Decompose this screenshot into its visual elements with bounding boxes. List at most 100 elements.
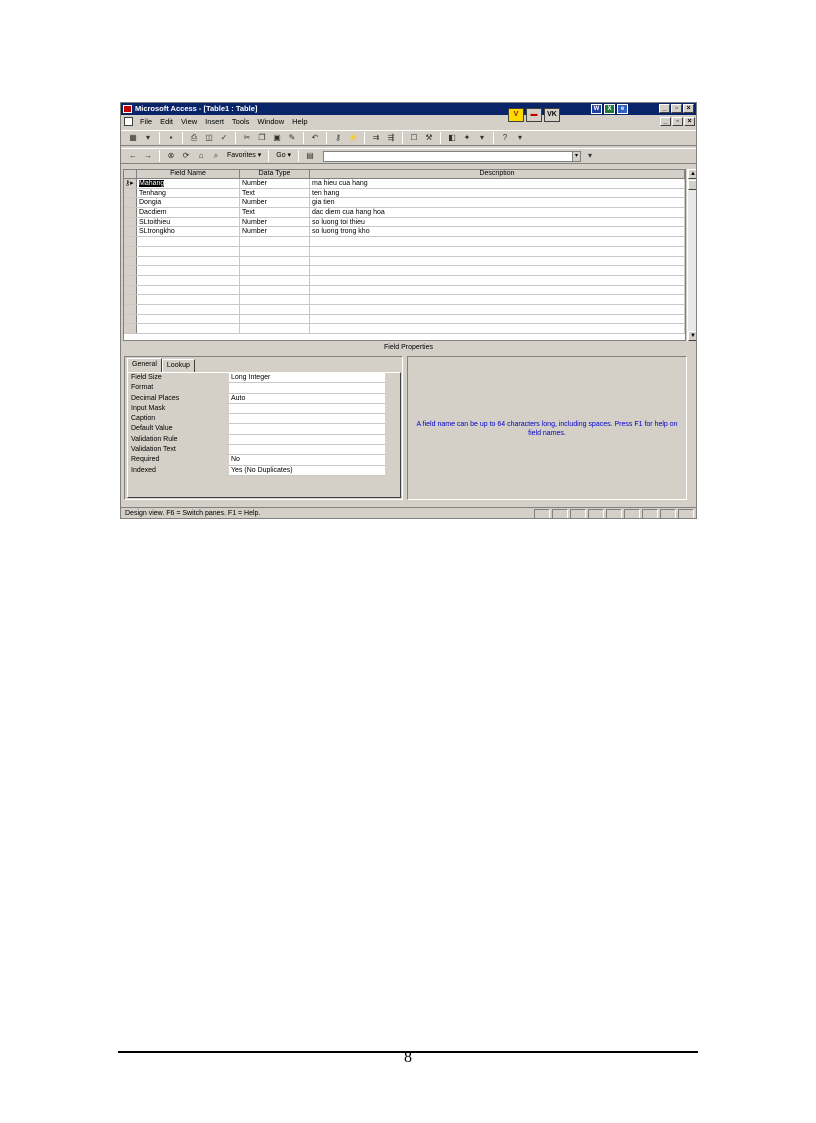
go-button[interactable]: Go ▾ xyxy=(274,150,293,162)
home-icon[interactable]: ⌂ xyxy=(195,150,207,162)
field-name-cell[interactable]: SLtoithieu xyxy=(137,217,240,227)
field-row[interactable]: Dongia Number gia tien xyxy=(124,198,685,209)
column-header-description[interactable]: Description xyxy=(310,170,685,178)
description-cell[interactable]: so luong toi thieu xyxy=(310,217,685,227)
show-only-web-toolbar-icon[interactable]: ▤ xyxy=(304,150,316,162)
new-object-icon[interactable]: ✦ xyxy=(461,132,473,144)
row-selector[interactable] xyxy=(124,208,137,217)
indexes-icon[interactable]: ⚡ xyxy=(347,132,359,144)
empty-field-row[interactable] xyxy=(124,324,685,334)
empty-field-row[interactable] xyxy=(124,285,685,296)
paste-icon[interactable]: ▣ xyxy=(271,132,283,144)
property-value-field-size[interactable]: Long Integer xyxy=(229,373,385,384)
menu-tools[interactable]: Tools xyxy=(231,116,251,128)
empty-cell[interactable] xyxy=(137,246,240,256)
grid-vertical-scrollbar[interactable]: ▲ ▼ xyxy=(687,169,696,341)
menu-insert[interactable]: Insert xyxy=(204,116,225,128)
doc-minimize-button[interactable]: _ xyxy=(660,117,671,126)
view-dropdown-icon[interactable]: ▾ xyxy=(142,132,154,144)
description-cell[interactable]: so luong trong kho xyxy=(310,227,685,237)
empty-cell[interactable] xyxy=(310,256,685,266)
address-dropdown-icon[interactable]: ▾ xyxy=(572,150,582,162)
property-value-caption[interactable] xyxy=(229,414,385,425)
row-selector[interactable] xyxy=(124,285,137,295)
data-type-cell[interactable]: Number xyxy=(240,217,310,227)
empty-field-row[interactable] xyxy=(124,246,685,257)
minimize-button[interactable]: _ xyxy=(659,104,670,113)
row-selector[interactable] xyxy=(124,237,137,246)
property-value-indexed[interactable]: Yes (No Duplicates) xyxy=(229,465,385,476)
empty-cell[interactable] xyxy=(240,237,310,246)
new-object-dropdown-icon[interactable]: ▾ xyxy=(476,132,488,144)
copy-icon[interactable]: ❐ xyxy=(256,132,268,144)
property-value-validation-rule[interactable] xyxy=(229,434,385,446)
empty-cell[interactable] xyxy=(240,324,310,333)
row-selector[interactable] xyxy=(124,266,137,275)
description-cell[interactable]: ma hieu cua hang xyxy=(310,179,685,188)
row-selector[interactable] xyxy=(124,275,137,285)
insert-rows-icon[interactable]: ⇉ xyxy=(370,132,382,144)
empty-cell[interactable] xyxy=(137,324,240,333)
empty-field-row[interactable] xyxy=(124,266,685,276)
empty-cell[interactable] xyxy=(137,256,240,266)
refresh-icon[interactable]: ⟳ xyxy=(180,150,192,162)
field-row[interactable]: SLtrongkho Number so luong trong kho xyxy=(124,227,685,238)
empty-cell[interactable] xyxy=(310,295,685,304)
field-name-cell[interactable]: SLtrongkho xyxy=(137,227,240,237)
row-selector[interactable] xyxy=(124,304,137,314)
field-row[interactable]: SLtoithieu Number so luong toi thieu xyxy=(124,217,685,228)
empty-cell[interactable] xyxy=(310,266,685,275)
description-cell[interactable]: gia tien xyxy=(310,198,685,208)
data-type-cell[interactable]: Text xyxy=(240,188,310,198)
close-button[interactable]: × xyxy=(683,104,694,113)
delete-rows-icon[interactable]: ⇶ xyxy=(385,132,397,144)
field-row[interactable]: Dacdiem Text dac diem cua hang hoa xyxy=(124,208,685,218)
flag-icon[interactable]: ▬ xyxy=(526,108,542,122)
format-painter-icon[interactable]: ✎ xyxy=(286,132,298,144)
empty-cell[interactable] xyxy=(310,324,685,333)
undo-icon[interactable]: ↶ xyxy=(309,132,321,144)
scroll-down-icon[interactable]: ▼ xyxy=(688,331,696,341)
empty-cell[interactable] xyxy=(137,295,240,304)
property-value-default-value[interactable] xyxy=(229,424,385,435)
empty-field-row[interactable] xyxy=(124,237,685,247)
view-icon[interactable]: ▦ xyxy=(127,132,139,144)
empty-cell[interactable] xyxy=(310,246,685,256)
row-selector[interactable] xyxy=(124,217,137,227)
vietkey-v-button[interactable]: V xyxy=(508,108,524,122)
help-icon[interactable]: ? xyxy=(499,132,511,144)
empty-cell[interactable] xyxy=(137,285,240,295)
field-name-cell[interactable]: Mahang xyxy=(137,179,240,188)
table-doc-icon[interactable] xyxy=(124,117,133,126)
empty-cell[interactable] xyxy=(240,256,310,266)
tab-lookup[interactable]: Lookup xyxy=(161,359,195,372)
toolbar-options-icon[interactable]: ▾ xyxy=(514,132,526,144)
row-selector[interactable] xyxy=(124,324,137,333)
field-name-cell[interactable]: Tenhang xyxy=(137,188,240,198)
search-web-icon[interactable]: ⌕ xyxy=(210,150,222,162)
description-cell[interactable]: dac diem cua hang hoa xyxy=(310,208,685,217)
empty-cell[interactable] xyxy=(137,237,240,246)
empty-field-row[interactable] xyxy=(124,304,685,315)
row-selector[interactable] xyxy=(124,246,137,256)
empty-cell[interactable] xyxy=(137,266,240,275)
empty-cell[interactable] xyxy=(240,285,310,295)
field-row[interactable]: ⚷▸ Mahang Number ma hieu cua hang xyxy=(124,179,685,189)
back-icon[interactable]: ← xyxy=(127,150,139,162)
print-preview-icon[interactable]: ◫ xyxy=(203,132,215,144)
empty-cell[interactable] xyxy=(240,304,310,314)
data-type-cell[interactable]: Text xyxy=(240,208,310,217)
forward-icon[interactable]: → xyxy=(142,150,154,162)
empty-cell[interactable] xyxy=(310,285,685,295)
data-type-cell[interactable]: Number xyxy=(240,198,310,208)
field-row[interactable]: Tenhang Text ten hang xyxy=(124,188,685,199)
favorites-button[interactable]: Favorites ▾ xyxy=(225,150,263,162)
doc-close-button[interactable]: × xyxy=(684,117,695,126)
data-type-cell[interactable]: Number xyxy=(240,227,310,237)
menu-window[interactable]: Window xyxy=(256,116,285,128)
scroll-up-icon[interactable]: ▲ xyxy=(688,169,696,179)
empty-field-row[interactable] xyxy=(124,295,685,305)
web-toolbar-options-icon[interactable]: ▾ xyxy=(584,150,596,162)
empty-cell[interactable] xyxy=(240,295,310,304)
empty-cell[interactable] xyxy=(310,275,685,285)
